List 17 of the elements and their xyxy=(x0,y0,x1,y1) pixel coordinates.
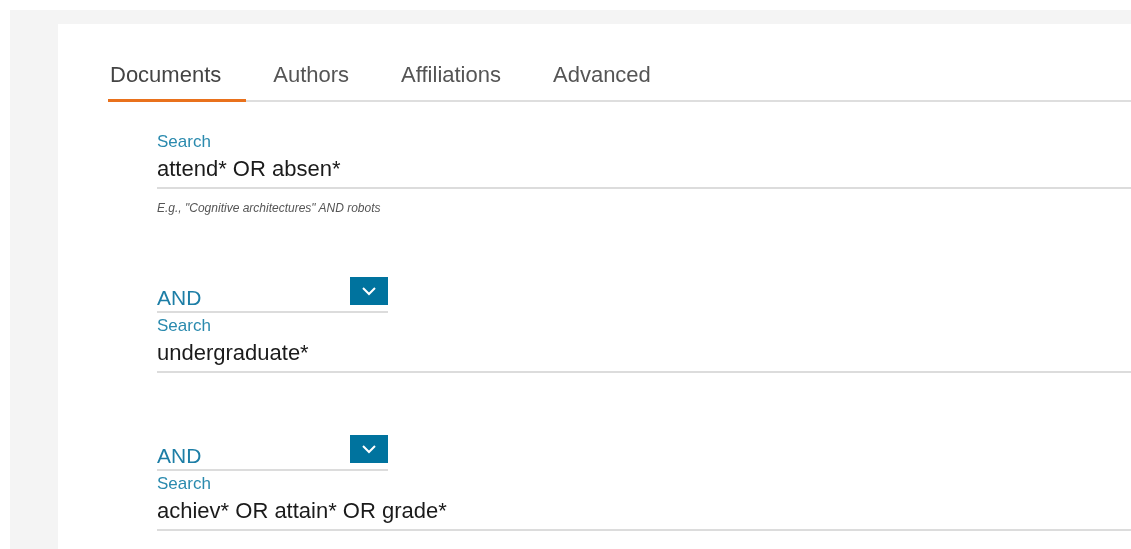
hint-text: E.g., "Cognitive architectures" AND robots xyxy=(157,201,382,215)
tab[interactable]: Authors xyxy=(271,62,375,102)
tab[interactable]: Advanced xyxy=(551,62,676,102)
field-label: Search xyxy=(157,132,212,152)
dropdown-button[interactable] xyxy=(350,435,388,463)
search-field[interactable]: attend* OR absen* xyxy=(157,152,1131,189)
search-field[interactable]: achiev* OR attain* OR grade* xyxy=(157,494,1131,531)
chevron-down-icon xyxy=(362,286,376,296)
chevron-down-icon xyxy=(362,444,376,454)
tab[interactable]: Documents xyxy=(108,62,247,102)
search-field[interactable]: undergraduate* xyxy=(157,336,1131,373)
field-label: Search xyxy=(157,474,212,494)
dropdown-button[interactable] xyxy=(350,277,388,305)
field-label: Search xyxy=(157,316,212,336)
operator-dropdown[interactable]: AND xyxy=(157,277,388,313)
tab[interactable]: Affiliations xyxy=(399,62,526,102)
operator-dropdown[interactable]: AND xyxy=(157,435,388,471)
